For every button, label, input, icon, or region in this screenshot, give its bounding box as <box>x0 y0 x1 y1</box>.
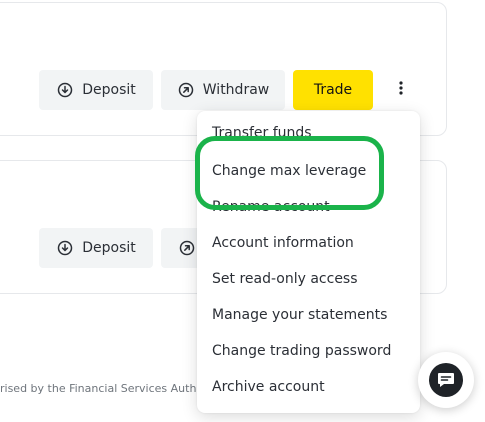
deposit-button[interactable]: Deposit <box>39 70 153 110</box>
deposit-label: Deposit <box>82 240 136 256</box>
chat-bubble-icon <box>429 363 463 397</box>
menu-item-set-read-only-access[interactable]: Set read-only access <box>212 271 358 287</box>
trade-button[interactable]: Trade <box>293 70 373 110</box>
kebab-menu-icon <box>399 80 403 100</box>
more-options-button[interactable] <box>389 70 413 110</box>
withdraw-icon <box>177 81 195 99</box>
deposit-icon <box>56 81 74 99</box>
menu-item-manage-statements[interactable]: Manage your statements <box>212 307 387 323</box>
account-options-menu: Transfer funds Change max leverage Renam… <box>197 111 420 413</box>
chat-support-button[interactable] <box>418 352 474 408</box>
withdraw-label: Withdraw <box>202 82 270 98</box>
menu-item-transfer-funds[interactable]: Transfer funds <box>212 125 312 141</box>
regulatory-disclaimer: rised by the Financial Services Author <box>0 382 208 395</box>
menu-item-account-information[interactable]: Account information <box>212 235 354 251</box>
menu-item-change-trading-password[interactable]: Change trading password <box>212 343 391 359</box>
menu-item-archive-account[interactable]: Archive account <box>212 379 325 395</box>
deposit-icon <box>56 239 74 257</box>
trade-label: Trade <box>313 82 353 98</box>
menu-item-rename-account[interactable]: Rename account <box>212 199 330 215</box>
deposit-button[interactable]: Deposit <box>39 228 153 268</box>
menu-item-change-max-leverage[interactable]: Change max leverage <box>212 163 366 179</box>
deposit-label: Deposit <box>82 82 136 98</box>
withdraw-button[interactable]: Withdraw <box>161 70 285 110</box>
withdraw-icon <box>178 239 196 257</box>
